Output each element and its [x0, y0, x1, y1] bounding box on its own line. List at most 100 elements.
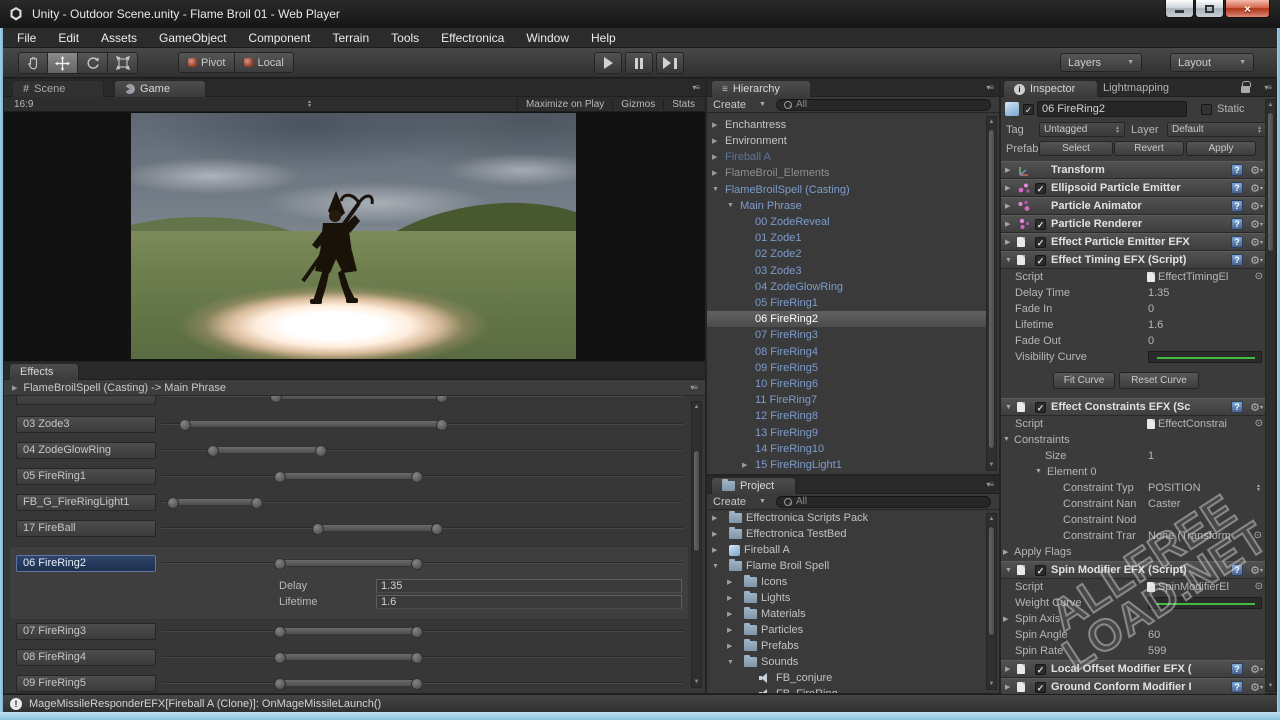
component-local-offset-modifier-efx[interactable]: ▶ ✓ Local Offset Modifier EFX ( ? ⚙▾	[1001, 660, 1265, 678]
scroll-up-icon[interactable]: ▲	[987, 516, 996, 522]
rotate-tool-button[interactable]	[78, 52, 108, 74]
visibility-curve-field[interactable]	[1148, 351, 1262, 363]
hierarchy-item[interactable]: 05 FireRing1	[707, 295, 987, 311]
prefab-revert-button[interactable]: Revert	[1114, 141, 1184, 156]
component-enabled-checkbox[interactable]: ✓	[1035, 237, 1046, 248]
game-viewport[interactable]	[4, 112, 705, 361]
menu-terrain[interactable]: Terrain	[332, 31, 369, 45]
hand-tool-button[interactable]	[18, 52, 48, 74]
collapse-arrow-icon[interactable]: ▼	[1005, 404, 1012, 411]
project-item[interactable]: ▶Effectronica TestBed	[707, 526, 987, 542]
expand-arrow-icon[interactable]: ▶	[1005, 166, 1010, 174]
scroll-down-icon[interactable]: ▼	[987, 681, 996, 687]
pivot-toggle-button[interactable]: Pivot	[178, 52, 235, 73]
hierarchy-item[interactable]: 00 ZodeReveal	[707, 214, 987, 230]
minimize-button[interactable]	[1165, 0, 1194, 18]
expand-arrow-icon[interactable]: ▶	[1003, 615, 1008, 623]
component-enabled-checkbox[interactable]: ✓	[1035, 565, 1046, 576]
reset-curve-button[interactable]: Reset Curve	[1119, 372, 1199, 389]
script-field[interactable]: SpinModifierEl⊙	[1147, 581, 1263, 593]
component-effect-constraints-efx[interactable]: ▼ ✓ Effect Constraints EFX (Sc ? ⚙▾	[1001, 398, 1265, 416]
layout-dropdown[interactable]: Layout▼	[1170, 53, 1254, 72]
close-button[interactable]: ×	[1225, 0, 1270, 18]
scrollbar-thumb[interactable]	[988, 526, 995, 636]
help-icon[interactable]: ?	[1231, 401, 1243, 413]
hierarchy-create-button[interactable]: Create▼	[707, 99, 772, 111]
hierarchy-item[interactable]: 04 ZodeGlowRing	[707, 279, 987, 295]
component-transform[interactable]: ▶ Transform ? ⚙▾	[1001, 161, 1265, 179]
tab-effects[interactable]: Effects	[9, 363, 79, 380]
project-item[interactable]: ▶Icons	[707, 574, 987, 590]
maximize-button[interactable]	[1195, 0, 1224, 18]
tab-game[interactable]: Game	[114, 80, 206, 97]
help-icon[interactable]: ?	[1231, 164, 1243, 176]
scroll-down-icon[interactable]: ▼	[1266, 683, 1275, 689]
pause-button[interactable]	[625, 52, 653, 74]
fade-out-value[interactable]: 0	[1148, 335, 1154, 347]
collapse-arrow-icon[interactable]: ▼	[1005, 257, 1012, 264]
script-field[interactable]: EffectConstrai⊙	[1147, 418, 1263, 430]
static-checkbox[interactable]	[1201, 104, 1212, 115]
hierarchy-item[interactable]: ▶Enchantress	[707, 117, 987, 133]
help-icon[interactable]: ?	[1231, 182, 1243, 194]
help-icon[interactable]: ?	[1231, 564, 1243, 576]
gear-icon[interactable]: ⚙▾	[1250, 564, 1263, 577]
hierarchy-item[interactable]: 03 Zode3	[707, 263, 987, 279]
expand-toggle-icon[interactable]: ▶	[727, 610, 740, 618]
aspect-dropdown[interactable]: 16:9	[4, 99, 33, 110]
lock-icon[interactable]	[1241, 86, 1250, 93]
inspector-scrollbar[interactable]: ▲ ▼	[1265, 99, 1276, 692]
effect-row-label[interactable]: 08 FireRing4	[16, 649, 156, 666]
expand-arrow-icon[interactable]: ▶	[1005, 220, 1010, 228]
effect-timeline-bar[interactable]	[316, 524, 439, 532]
gear-icon[interactable]: ⚙▾	[1250, 663, 1263, 676]
component-enabled-checkbox[interactable]: ✓	[1035, 664, 1046, 675]
hierarchy-item[interactable]: 13 FireRing9	[707, 425, 987, 441]
scroll-up-icon[interactable]: ▲	[1266, 102, 1275, 108]
constraint-transform-value[interactable]: None (Transform	[1148, 530, 1231, 542]
object-picker-icon[interactable]: ⊙	[1254, 530, 1262, 541]
component-enabled-checkbox[interactable]: ✓	[1035, 219, 1046, 230]
scroll-up-icon[interactable]: ▲	[692, 404, 701, 410]
gameobject-name-field[interactable]: 06 FireRing2	[1037, 101, 1187, 117]
spin-rate-value[interactable]: 599	[1148, 645, 1166, 657]
menu-window[interactable]: Window	[526, 31, 569, 45]
panel-menu-icon[interactable]: ▾≡	[986, 83, 993, 92]
scale-tool-button[interactable]	[108, 52, 138, 74]
effect-timeline-bar[interactable]	[278, 679, 419, 687]
effect-row-label[interactable]: 03 Zode3	[16, 416, 156, 433]
gear-icon[interactable]: ⚙▾	[1250, 254, 1263, 267]
lifetime-field[interactable]: 1.6	[376, 595, 682, 609]
hierarchy-item[interactable]: 07 FireRing3	[707, 327, 987, 343]
scrollbar-thumb[interactable]	[693, 450, 700, 552]
expand-toggle-icon[interactable]: ▶	[727, 626, 740, 634]
expand-toggle-icon[interactable]: ▼	[727, 202, 740, 209]
lifetime-value[interactable]: 1.6	[1148, 319, 1163, 331]
tag-dropdown[interactable]: Untagged▲▼	[1039, 122, 1125, 137]
menu-gameobject[interactable]: GameObject	[159, 31, 226, 45]
script-field[interactable]: EffectTimingEl⊙	[1147, 271, 1263, 283]
project-item[interactable]: ▶Particles	[707, 622, 987, 638]
gear-icon[interactable]: ⚙▾	[1250, 164, 1263, 177]
gear-icon[interactable]: ⚙▾	[1250, 401, 1263, 414]
gear-icon[interactable]: ⚙▾	[1250, 200, 1263, 213]
component-enabled-checkbox[interactable]: ✓	[1035, 682, 1046, 693]
active-checkbox[interactable]: ✓	[1023, 104, 1034, 115]
effect-row-label[interactable]: 04 ZodeGlowRing	[16, 442, 156, 459]
menu-effectronica[interactable]: Effectronica	[441, 31, 504, 45]
panel-menu-icon[interactable]: ▾≡	[692, 83, 699, 92]
expand-arrow-icon[interactable]: ▶	[1005, 665, 1010, 673]
constraint-type-value[interactable]: POSITION	[1148, 482, 1201, 494]
object-picker-icon[interactable]: ⊙	[1255, 418, 1263, 429]
hierarchy-item[interactable]: 02 Zode2	[707, 246, 987, 262]
expand-arrow-icon[interactable]: ▶	[1003, 548, 1008, 556]
effect-timeline-bar[interactable]	[278, 653, 419, 661]
project-item[interactable]: FB_conjure	[707, 670, 987, 686]
hierarchy-item[interactable]: 01 Zode1	[707, 230, 987, 246]
effect-row-label[interactable]: FB_G_FireRingLight1	[16, 494, 156, 511]
effects-scrollbar[interactable]: ▲ ▼	[691, 401, 702, 688]
prefab-select-button[interactable]: Select	[1039, 141, 1113, 156]
help-icon[interactable]: ?	[1231, 218, 1243, 230]
project-item[interactable]: ▶Prefabs	[707, 638, 987, 654]
delay-time-value[interactable]: 1.35	[1148, 287, 1169, 299]
